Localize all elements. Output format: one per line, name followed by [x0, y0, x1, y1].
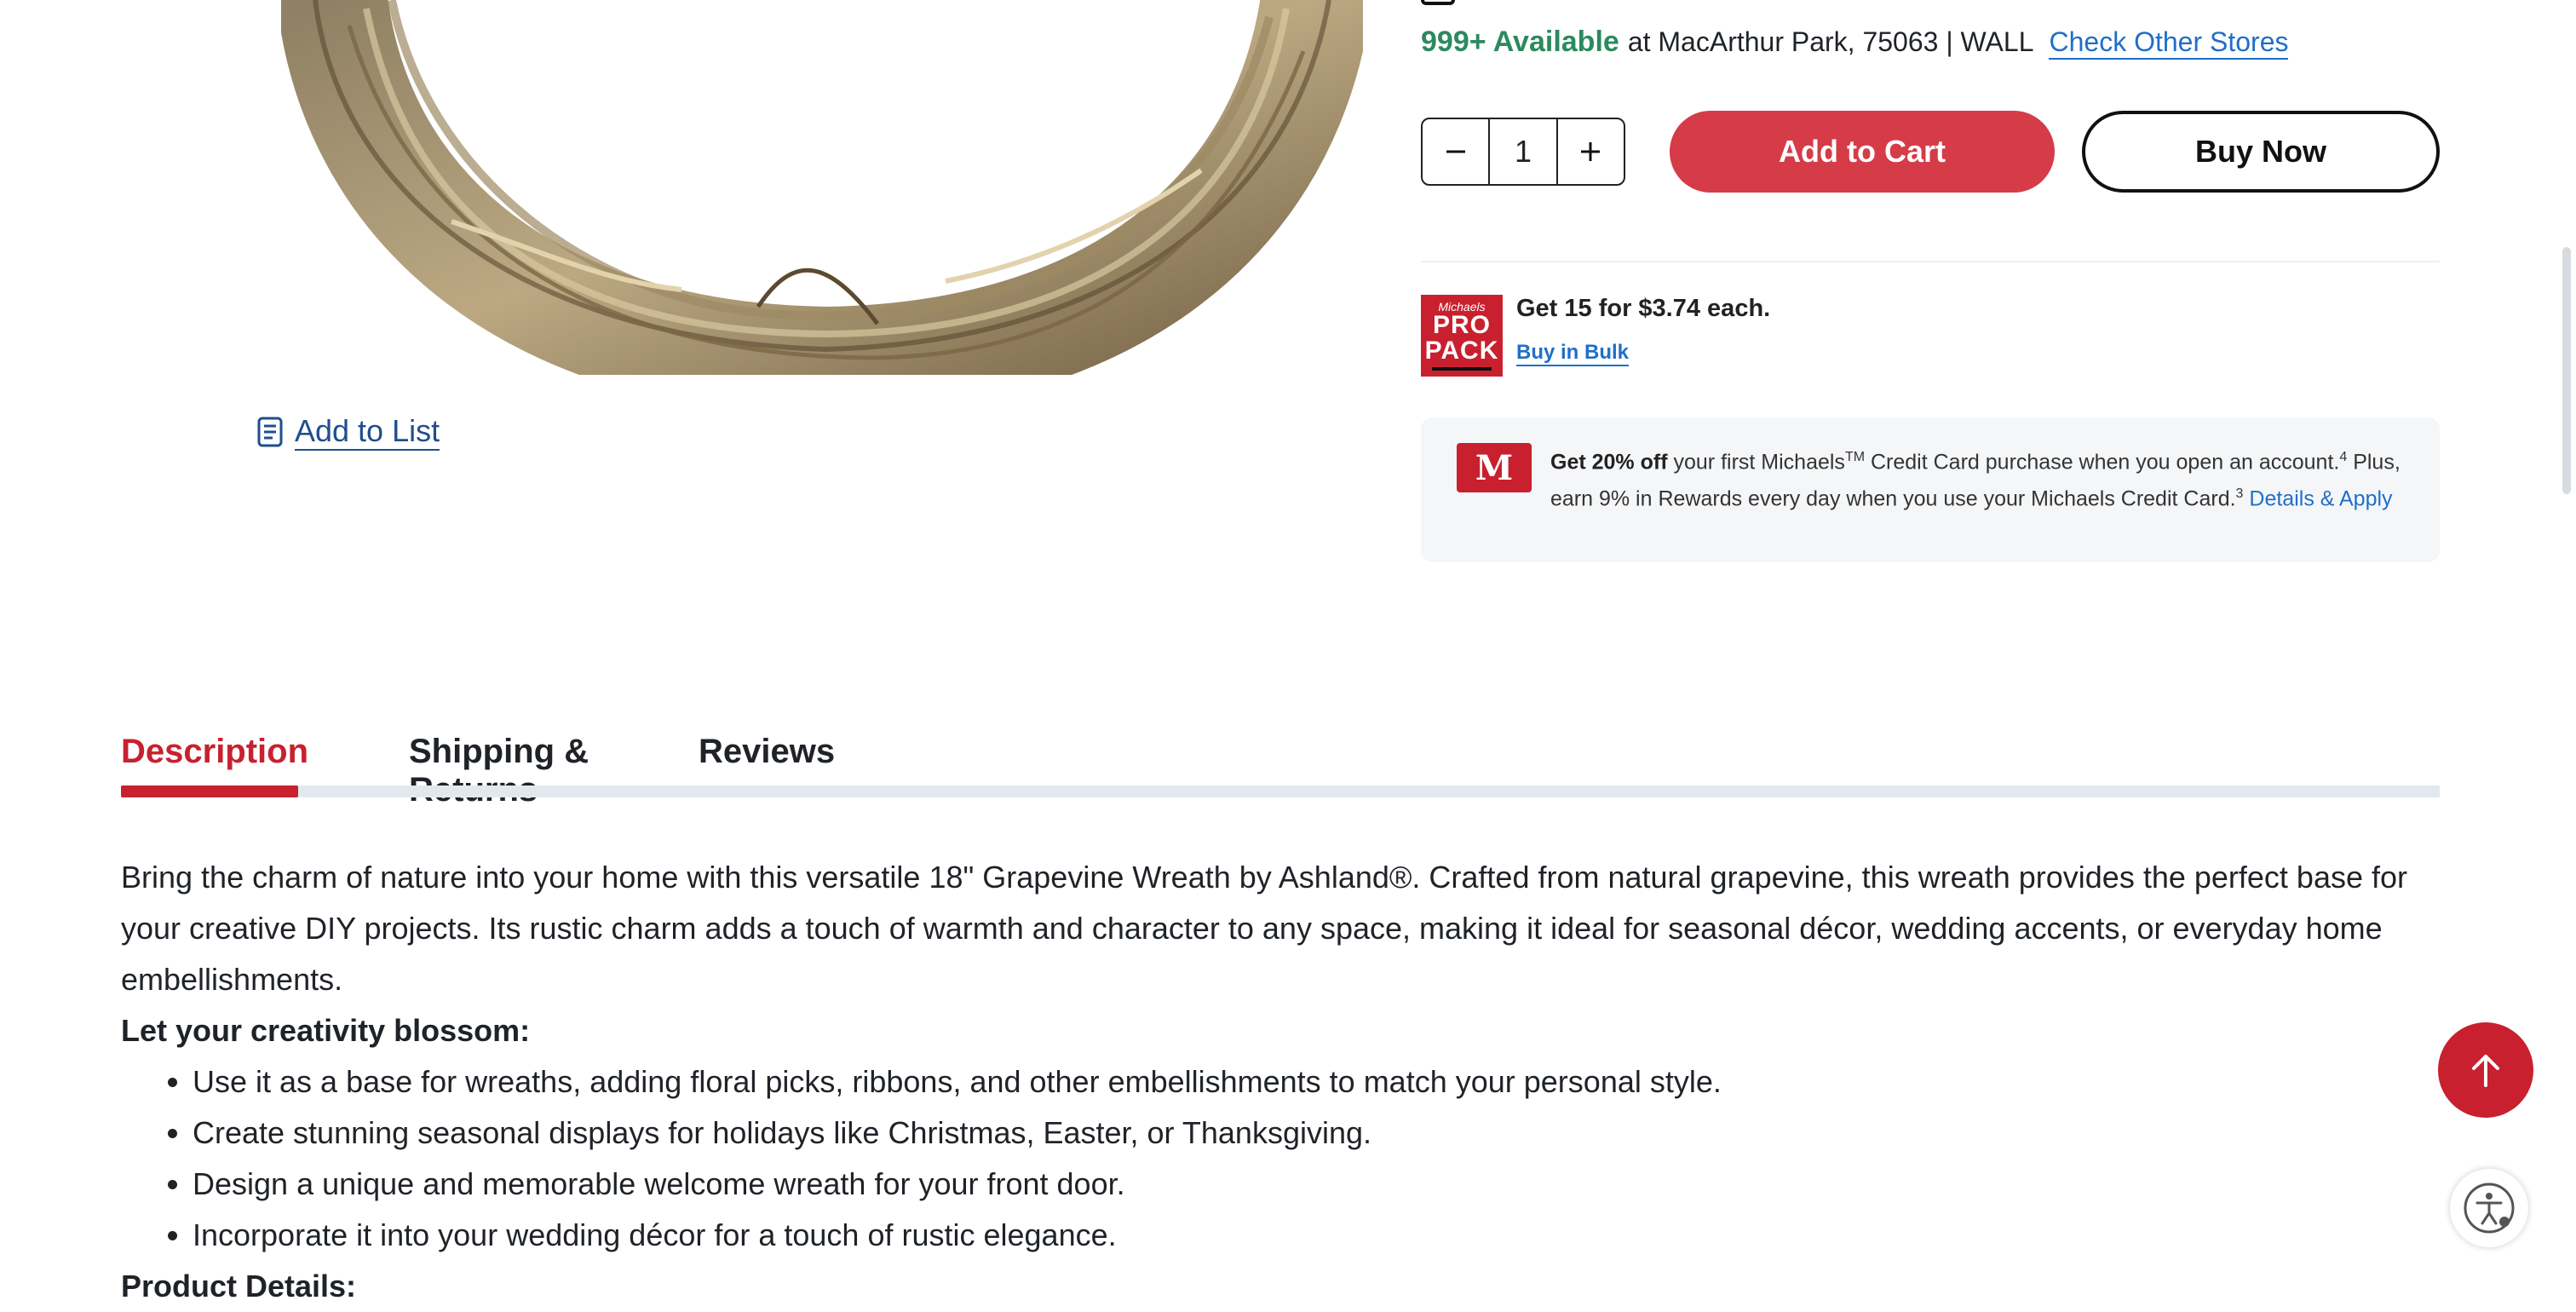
footnote-3: 3 — [2235, 486, 2244, 502]
store-pickup-icon — [1421, 0, 1455, 5]
quantity-input[interactable]: 1 — [1488, 119, 1558, 184]
description-content: Bring the charm of nature into your home… — [121, 852, 2455, 1312]
plus-icon — [1581, 142, 1601, 161]
store-location: at MacArthur Park, 75063 | WALL — [1627, 26, 2034, 57]
page-scrollbar[interactable] — [2562, 247, 2571, 494]
available-count: 999+ Available — [1421, 26, 1619, 58]
quantity-stepper: 1 — [1421, 118, 1625, 186]
pro-pack-logo: Michaels PRO PACK — [1421, 295, 1503, 377]
divider — [1421, 261, 2440, 262]
check-other-stores-link[interactable]: Check Other Stores — [2049, 26, 2289, 60]
usage-list: Use it as a base for wreaths, adding flo… — [121, 1056, 2455, 1261]
pro-pack-logo-bar — [1432, 367, 1492, 371]
accessibility-button[interactable] — [2450, 1169, 2528, 1247]
footnote-4: 4 — [2339, 450, 2348, 464]
creativity-heading: Let your creativity blossom: — [121, 1013, 531, 1048]
arrow-up-icon — [2472, 1055, 2499, 1087]
pro-pack-logo-line2: PACK — [1424, 337, 1499, 365]
product-details-heading: Product Details: — [121, 1269, 357, 1303]
minus-icon — [1446, 150, 1465, 153]
list-item: Create stunning seasonal displays for ho… — [193, 1108, 2455, 1159]
promo-text-2: Credit Card purchase when you open an ac… — [1871, 450, 2340, 475]
pro-pack-offer: Get 15 for $3.74 each. — [1516, 295, 1771, 322]
promo-text-1: your first Michaels — [1673, 450, 1845, 475]
scroll-to-top-button[interactable] — [2438, 1022, 2533, 1118]
availability-row: 999+ Available at MacArthur Park, 75063 … — [1421, 26, 2289, 60]
promo-bold-offer: Get 20% off — [1550, 450, 1668, 475]
pro-pack-logo-line1: PRO — [1432, 311, 1491, 339]
list-icon — [257, 417, 283, 447]
credit-card-promo-text: Get 20% off your first MichaelsTM Credit… — [1550, 441, 2402, 515]
add-to-list-link[interactable]: Add to List — [257, 413, 440, 451]
accessibility-icon — [2464, 1183, 2515, 1234]
description-paragraph: Bring the charm of nature into your home… — [121, 860, 2408, 997]
increase-quantity-button[interactable] — [1558, 119, 1624, 184]
active-tab-indicator — [121, 785, 298, 797]
details-apply-link[interactable]: Details & Apply — [2249, 487, 2392, 511]
list-item: Incorporate it into your wedding décor f… — [193, 1210, 2455, 1261]
add-to-list-label: Add to List — [295, 413, 440, 451]
trademark: TM — [1844, 450, 1866, 464]
decrease-quantity-button[interactable] — [1423, 119, 1488, 184]
buy-now-button[interactable]: Buy Now — [2082, 111, 2440, 193]
list-item: Use it as a base for wreaths, adding flo… — [193, 1056, 2455, 1108]
buy-in-bulk-link[interactable]: Buy in Bulk — [1516, 341, 1630, 366]
product-image — [281, 0, 1363, 375]
credit-card-image: M — [1457, 443, 1532, 492]
tab-track — [121, 785, 2440, 797]
add-to-cart-button[interactable]: Add to Cart — [1670, 111, 2055, 193]
list-item: Design a unique and memorable welcome wr… — [193, 1159, 2455, 1210]
